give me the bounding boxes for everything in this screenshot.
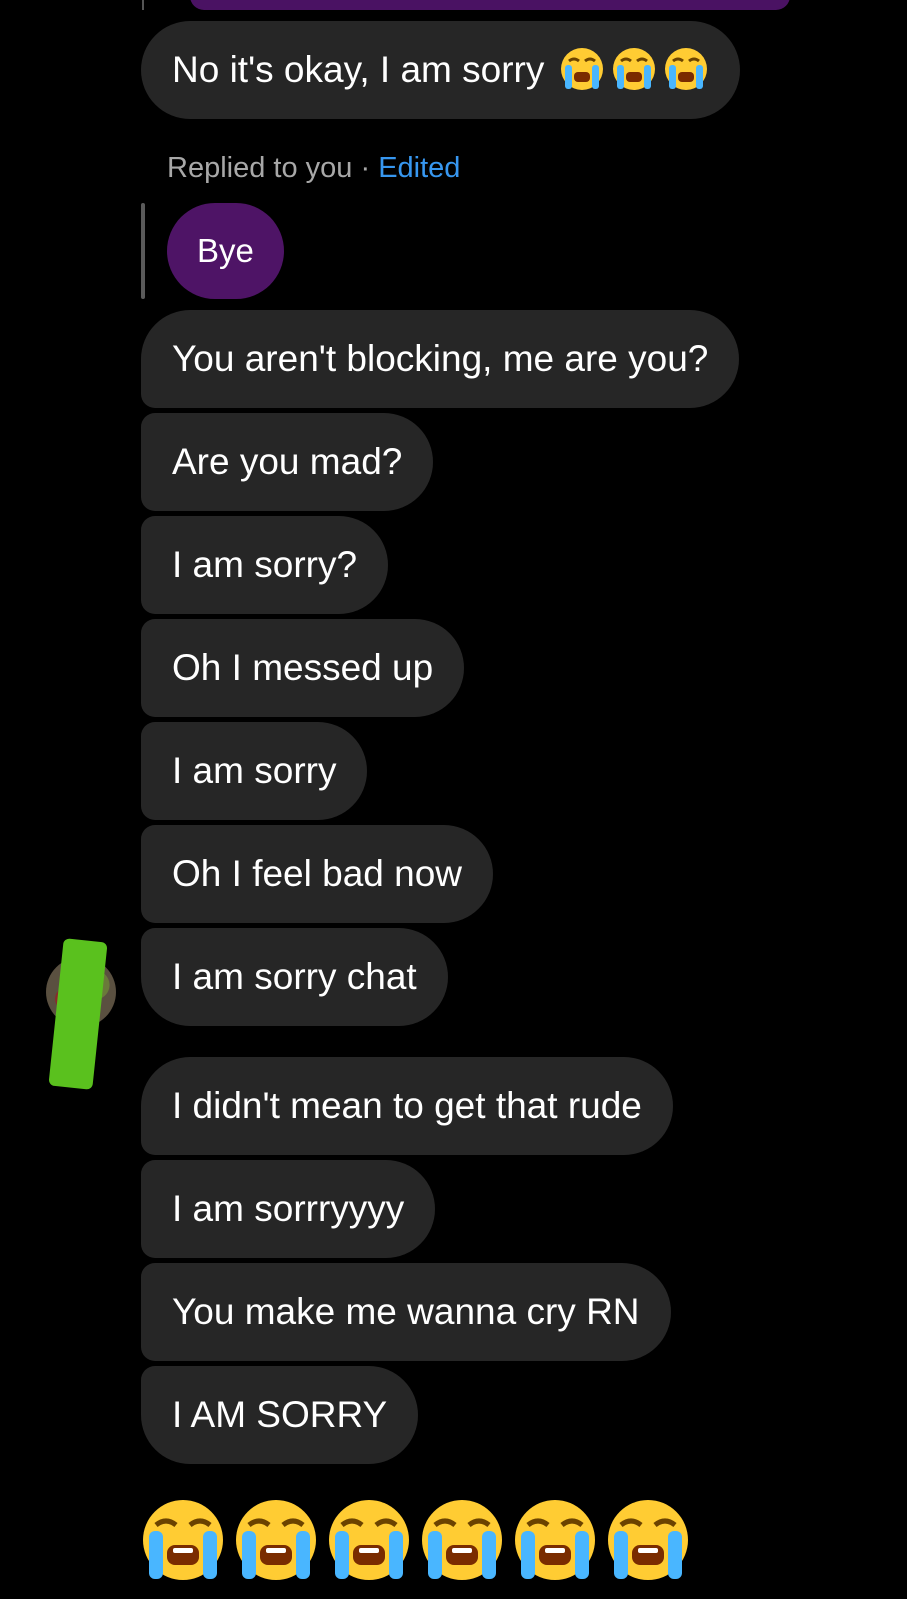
message-text: I didn't mean to get that rude xyxy=(172,1085,642,1126)
message-text: Oh I feel bad now xyxy=(172,853,463,894)
message-text: Oh I messed up xyxy=(172,647,434,688)
message-text: I AM SORRY xyxy=(172,1394,388,1435)
message-bubble[interactable]: No it's okay, I am sorry xyxy=(141,21,740,119)
message-text: No it's okay, I am sorry xyxy=(172,49,545,90)
message-text: Are you mad? xyxy=(172,441,403,482)
loudly-crying-face-icon xyxy=(560,46,709,92)
message-bubble[interactable]: Are you mad? xyxy=(141,413,434,511)
loudly-crying-face-icon xyxy=(419,1497,505,1583)
loudly-crying-face-icon xyxy=(140,1497,226,1583)
message-text: I am sorrryyyy xyxy=(172,1188,405,1229)
avatar-redaction-mark xyxy=(48,938,108,1090)
message-bubble[interactable]: I am sorry xyxy=(141,722,368,820)
reply-indicator-bar xyxy=(141,203,145,299)
reply-label: Replied to you xyxy=(167,152,353,184)
message-bubble[interactable]: You aren't blocking, me are you? xyxy=(141,310,740,408)
message-text: You aren't blocking, me are you? xyxy=(172,338,709,379)
loudly-crying-face-icon xyxy=(233,1497,319,1583)
quoted-text: Bye xyxy=(197,232,254,269)
loudly-crying-face-icon xyxy=(512,1497,598,1583)
message-bubble[interactable]: I didn't mean to get that rude xyxy=(141,1057,673,1155)
message-text: You make me wanna cry RN xyxy=(172,1291,640,1332)
message-bubble[interactable]: I am sorry? xyxy=(141,516,389,614)
quoted-message[interactable]: Bye xyxy=(167,203,284,299)
message-bubble[interactable]: Oh I feel bad now xyxy=(141,825,494,923)
message-bubble[interactable]: I AM SORRY xyxy=(141,1366,419,1464)
reply-separator: · xyxy=(352,152,379,184)
thread-divider xyxy=(142,0,144,10)
message-bubble[interactable]: I am sorry chat xyxy=(141,928,448,1026)
message-bubble[interactable]: You make me wanna cry RN xyxy=(141,1263,671,1361)
loudly-crying-face-icon xyxy=(326,1497,412,1583)
message-bubble[interactable]: Oh I messed up xyxy=(141,619,465,717)
message-text: I am sorry xyxy=(172,750,337,791)
edited-link[interactable]: Edited xyxy=(378,152,460,184)
loudly-crying-face-icon xyxy=(605,1497,691,1583)
message-bubble[interactable]: I am sorrryyyy xyxy=(141,1160,436,1258)
emoji-message[interactable] xyxy=(140,1497,691,1583)
previous-sent-bubble-edge xyxy=(190,0,790,10)
message-text: I am sorry chat xyxy=(172,956,417,997)
message-text: I am sorry? xyxy=(172,544,358,585)
reply-context: Replied to you · Edited xyxy=(167,152,460,185)
